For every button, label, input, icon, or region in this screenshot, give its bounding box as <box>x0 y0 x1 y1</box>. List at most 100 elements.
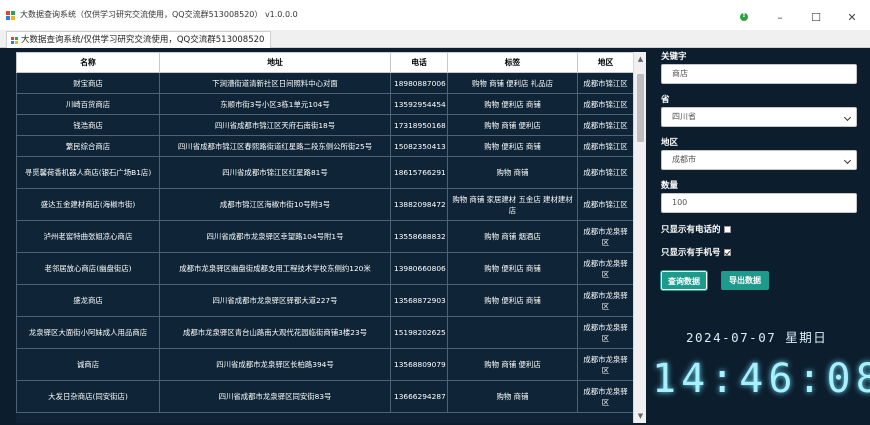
cell-address: 四川省成都市龙泉驿区驿都大道227号 <box>159 284 391 317</box>
cell-phone: 13882098472 <box>390 188 448 221</box>
keyword-label: 关键字 <box>661 52 687 62</box>
vertical-scrollbar[interactable]: ▲ ▼ <box>633 52 646 423</box>
app-icon <box>6 11 15 20</box>
clock-display: 14:46:08 <box>652 356 870 402</box>
cell-phone: 15198202625 <box>390 316 448 349</box>
cell-phone: 18980887006 <box>390 72 448 94</box>
minimize-button[interactable]: – <box>762 6 798 28</box>
cell-area: 成都市龙泉驿区 <box>577 252 634 285</box>
cell-name: 泸州老窖特曲张姐凉心商店 <box>16 220 160 253</box>
cell-phone: 13592954454 <box>390 93 448 115</box>
city-selected: 成都市 <box>672 155 696 164</box>
city-select[interactable]: 成都市 <box>661 150 857 170</box>
cell-phone: 13568872903 <box>390 284 448 317</box>
phone-only-option[interactable]: 只显示有电话的 <box>661 223 731 235</box>
maximize-button[interactable]: ☐ <box>798 6 834 28</box>
table-row[interactable]: 泸州老窖特曲张姐凉心商店 四川省成都市龙泉驿区幸望路104号附1号 135586… <box>16 220 634 253</box>
column-header-phone[interactable]: 电话 <box>390 52 448 73</box>
date-display: 2024-07-07 星期日 <box>686 330 828 345</box>
cell-address: 四川省成都市锦江区红星路81号 <box>159 156 391 189</box>
phone-only-checkbox[interactable] <box>723 226 731 233</box>
mobile-only-checkbox[interactable] <box>723 249 731 256</box>
cell-tags: 购物 商铺 便利店 礼品店 <box>447 72 578 94</box>
cell-area: 成都市锦江区 <box>577 135 634 157</box>
cell-phone: 13980660806 <box>390 252 448 285</box>
cell-tags: 购物 便利店 商铺 <box>447 93 578 115</box>
cell-address: 成都市龙泉驿区青台山路南大观代花园临街商铺3楼23号 <box>159 316 391 349</box>
table-row[interactable]: 老邻居放心商店(幽盘街店) 成都市龙泉驿区幽盘街成都支用工程技术学校东侧约120… <box>16 252 634 285</box>
cell-name: 盛龙商店 <box>16 284 160 317</box>
main-area: 名称 地址 电话 标签 地区 财宝商店 下涧漕街道清新社区日间照料中心对面 18… <box>0 48 870 425</box>
cell-address: 东顺市街3号小区3栋1单元104号 <box>159 93 391 115</box>
cell-name: 老邻居放心商店(幽盘街店) <box>16 252 160 285</box>
column-header-address[interactable]: 地址 <box>159 52 391 73</box>
table-row[interactable]: 诚商店 四川省成都市龙泉驿区长柏路394号 13568809079 购物 商铺 … <box>16 348 634 381</box>
cell-phone: 17318950168 <box>390 114 448 136</box>
cell-name: 盛达五金建材商店(海椒市街) <box>16 188 160 221</box>
cell-phone: 18615766291 <box>390 156 448 189</box>
cell-tags <box>447 316 578 349</box>
table-row[interactable]: 财宝商店 下涧漕街道清新社区日间照料中心对面 18980887006 购物 商铺… <box>16 72 634 94</box>
window-title: 大数据查询系统（仅供学习研究交流使用，QQ交流群513008520） v1.0.… <box>20 10 298 19</box>
scroll-up-icon[interactable]: ▲ <box>634 52 646 66</box>
table-row[interactable]: 盛龙商店 四川省成都市龙泉驿区驿都大道227号 13568872903 购物 便… <box>16 284 634 317</box>
table-row[interactable]: 大发日杂商店(同安街店) 四川省成都市龙泉驿区同安街83号 1366629428… <box>16 380 634 413</box>
cell-area: 成都市锦江区 <box>577 114 634 136</box>
close-button[interactable]: ✕ <box>834 6 870 28</box>
update-status-icon[interactable] <box>726 6 762 28</box>
table-row[interactable]: 钱浩商店 四川省成都市锦江区天府石南街18号 17318950168 购物 商铺… <box>16 114 634 136</box>
cell-tags: 购物 商铺 <box>447 380 578 413</box>
cell-phone: 13568809079 <box>390 348 448 381</box>
cell-area: 成都市龙泉驿区 <box>577 284 634 317</box>
cell-name: 大发日杂商店(同安街店) <box>16 380 160 413</box>
table-row[interactable]: 繁民综合商店 四川省成都市锦江区春熙路街道红星路二段东侧公所街25号 15082… <box>16 135 634 157</box>
results-grid: 名称 地址 电话 标签 地区 财宝商店 下涧漕街道清新社区日间照料中心对面 18… <box>16 52 646 423</box>
cell-tags: 购物 便利店 商铺 <box>447 284 578 317</box>
cell-tags: 购物 便利店 商铺 <box>447 135 578 157</box>
province-label: 省 <box>661 95 670 105</box>
cell-address: 四川省成都市龙泉驿区幸望路104号附1号 <box>159 220 391 253</box>
city-label: 地区 <box>661 138 679 148</box>
query-panel: 关键字 商店 省 四川省 地区 成都市 数量 100 只显示有电话的 只显示有手… <box>646 48 870 425</box>
cell-name: 财宝商店 <box>16 72 160 94</box>
cell-name: 繁民综合商店 <box>16 135 160 157</box>
cell-area: 成都市龙泉驿区 <box>577 220 634 253</box>
table-row[interactable]: 川崎百货商店 东顺市街3号小区3栋1单元104号 13592954454 购物 … <box>16 93 634 115</box>
cell-tags: 购物 商铺 家居建材 五金店 建材建材店 <box>447 188 578 221</box>
table-row[interactable]: 寻觅馨荷香机器人商店(银石广场B1店) 四川省成都市锦江区红星路81号 1861… <box>16 156 634 189</box>
scroll-down-icon[interactable]: ▼ <box>634 409 646 423</box>
cell-area: 成都市龙泉驿区 <box>577 380 634 413</box>
export-button[interactable]: 导出数据 <box>721 271 769 290</box>
phone-only-label: 只显示有电话的 <box>661 225 721 235</box>
cell-tags: 购物 商铺 <box>447 156 578 189</box>
tab-main[interactable]: 大数据查询系统/仅供学习研究交流使用，QQ交流群513008520 <box>6 31 272 48</box>
cell-area: 成都市锦江区 <box>577 156 634 189</box>
table-row[interactable]: 盛达五金建材商店(海椒市街) 成都市锦江区海椒市街10号附3号 13882098… <box>16 188 634 221</box>
cell-address: 成都市锦江区海椒市街10号附3号 <box>159 188 391 221</box>
province-select[interactable]: 四川省 <box>661 107 857 127</box>
scrollbar-thumb[interactable] <box>637 74 644 142</box>
query-button[interactable]: 查询数据 <box>660 270 708 291</box>
tab-label: 大数据查询系统/仅供学习研究交流使用，QQ交流群513008520 <box>21 35 265 45</box>
cell-tags: 购物 便利店 商铺 <box>447 252 578 285</box>
mobile-only-option[interactable]: 只显示有手机号 <box>661 246 731 258</box>
mobile-only-label: 只显示有手机号 <box>661 248 721 258</box>
count-input[interactable]: 100 <box>661 193 857 213</box>
cell-address: 成都市龙泉驿区幽盘街成都支用工程技术学校东侧约120米 <box>159 252 391 285</box>
cell-tags: 购物 商铺 便利店 <box>447 348 578 381</box>
cell-address: 四川省成都市龙泉驿区长柏路394号 <box>159 348 391 381</box>
app-window: 大数据查询系统（仅供学习研究交流使用，QQ交流群513008520） v1.0.… <box>0 0 870 425</box>
cell-area: 成都市龙泉驿区 <box>577 316 634 349</box>
cell-area: 成都市龙泉驿区 <box>577 348 634 381</box>
table-row[interactable]: 龙泉驿区大面街小阿妹成人用品商店 成都市龙泉驿区青台山路南大观代花园临街商铺3楼… <box>16 316 634 349</box>
cell-address: 下涧漕街道清新社区日间照料中心对面 <box>159 72 391 94</box>
keyword-input[interactable]: 商店 <box>661 64 857 84</box>
column-header-name[interactable]: 名称 <box>16 52 160 73</box>
window-controls: – ☐ ✕ <box>726 6 870 28</box>
cell-name: 川崎百货商店 <box>16 93 160 115</box>
column-header-area[interactable]: 地区 <box>577 52 634 73</box>
column-header-tags[interactable]: 标签 <box>447 52 578 73</box>
cell-name: 龙泉驿区大面街小阿妹成人用品商店 <box>16 316 160 349</box>
table-header-row: 名称 地址 电话 标签 地区 <box>16 52 634 73</box>
tab-app-icon <box>11 37 18 44</box>
